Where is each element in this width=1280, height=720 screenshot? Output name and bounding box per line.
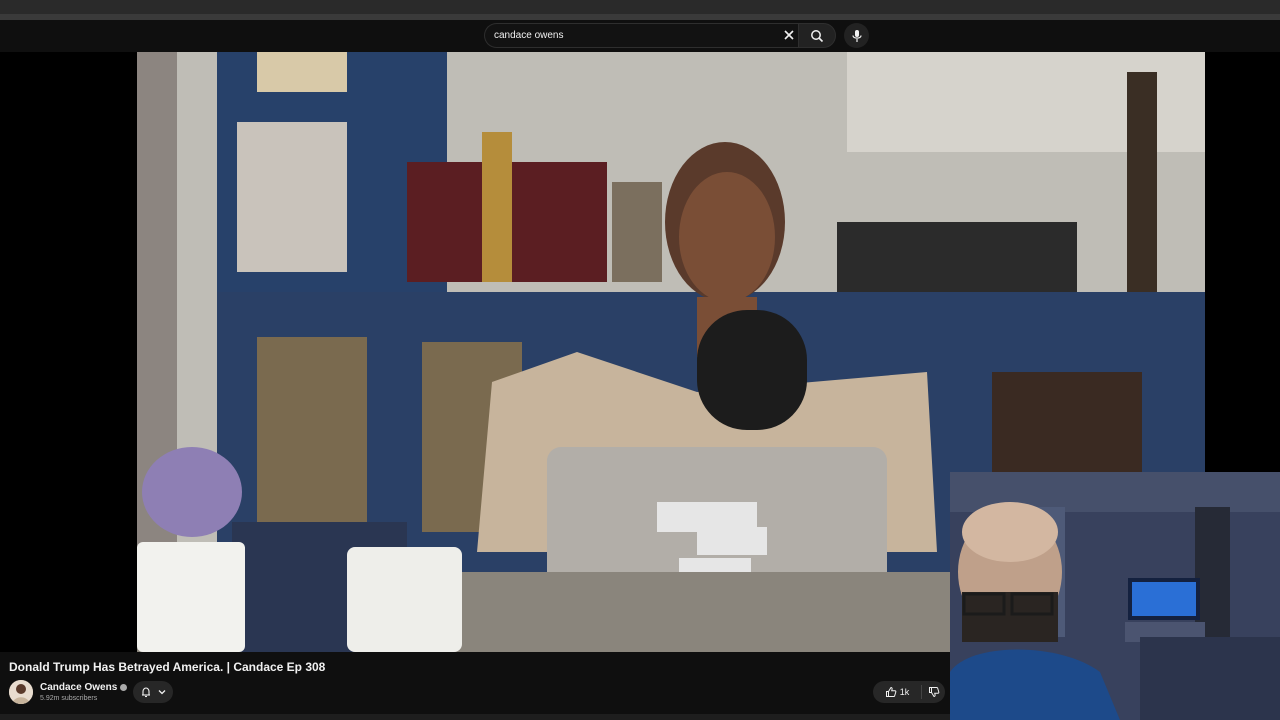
bottom-strip — [0, 714, 950, 720]
mic-icon — [851, 29, 862, 42]
video-title: Donald Trump Has Betrayed America. | Can… — [9, 660, 326, 674]
clear-search-button[interactable] — [780, 26, 798, 44]
like-button[interactable]: 1k — [873, 681, 921, 703]
thumbs-down-icon — [928, 687, 939, 698]
channel-name[interactable]: Candace Owens — [40, 682, 128, 693]
browser-top-bar — [0, 0, 1280, 14]
video-info: Donald Trump Has Betrayed America. | Can… — [0, 652, 950, 720]
subscriber-count: 5.92m subscribers — [40, 695, 98, 702]
chevron-down-icon — [158, 690, 165, 695]
verified-icon — [120, 683, 128, 691]
channel-avatar-image — [9, 680, 33, 704]
bell-icon — [141, 687, 150, 698]
search-box[interactable] — [484, 23, 798, 48]
thumbs-up-icon — [885, 686, 897, 697]
avatar[interactable] — [9, 680, 33, 704]
masthead — [0, 20, 1280, 52]
voice-search-button[interactable] — [844, 23, 869, 48]
search-input[interactable] — [494, 24, 764, 47]
webcam-image — [950, 472, 1280, 720]
webcam-overlay — [950, 472, 1280, 720]
dislike-button[interactable] — [922, 681, 945, 703]
close-icon — [784, 30, 794, 40]
search-icon — [811, 29, 824, 42]
search-button[interactable] — [798, 23, 836, 48]
subscription-notifications-button[interactable] — [133, 681, 173, 703]
channel-name-text[interactable]: Candace Owens — [40, 682, 117, 693]
like-count: 1k — [899, 687, 910, 697]
like-dislike-group: 1k — [873, 681, 945, 703]
